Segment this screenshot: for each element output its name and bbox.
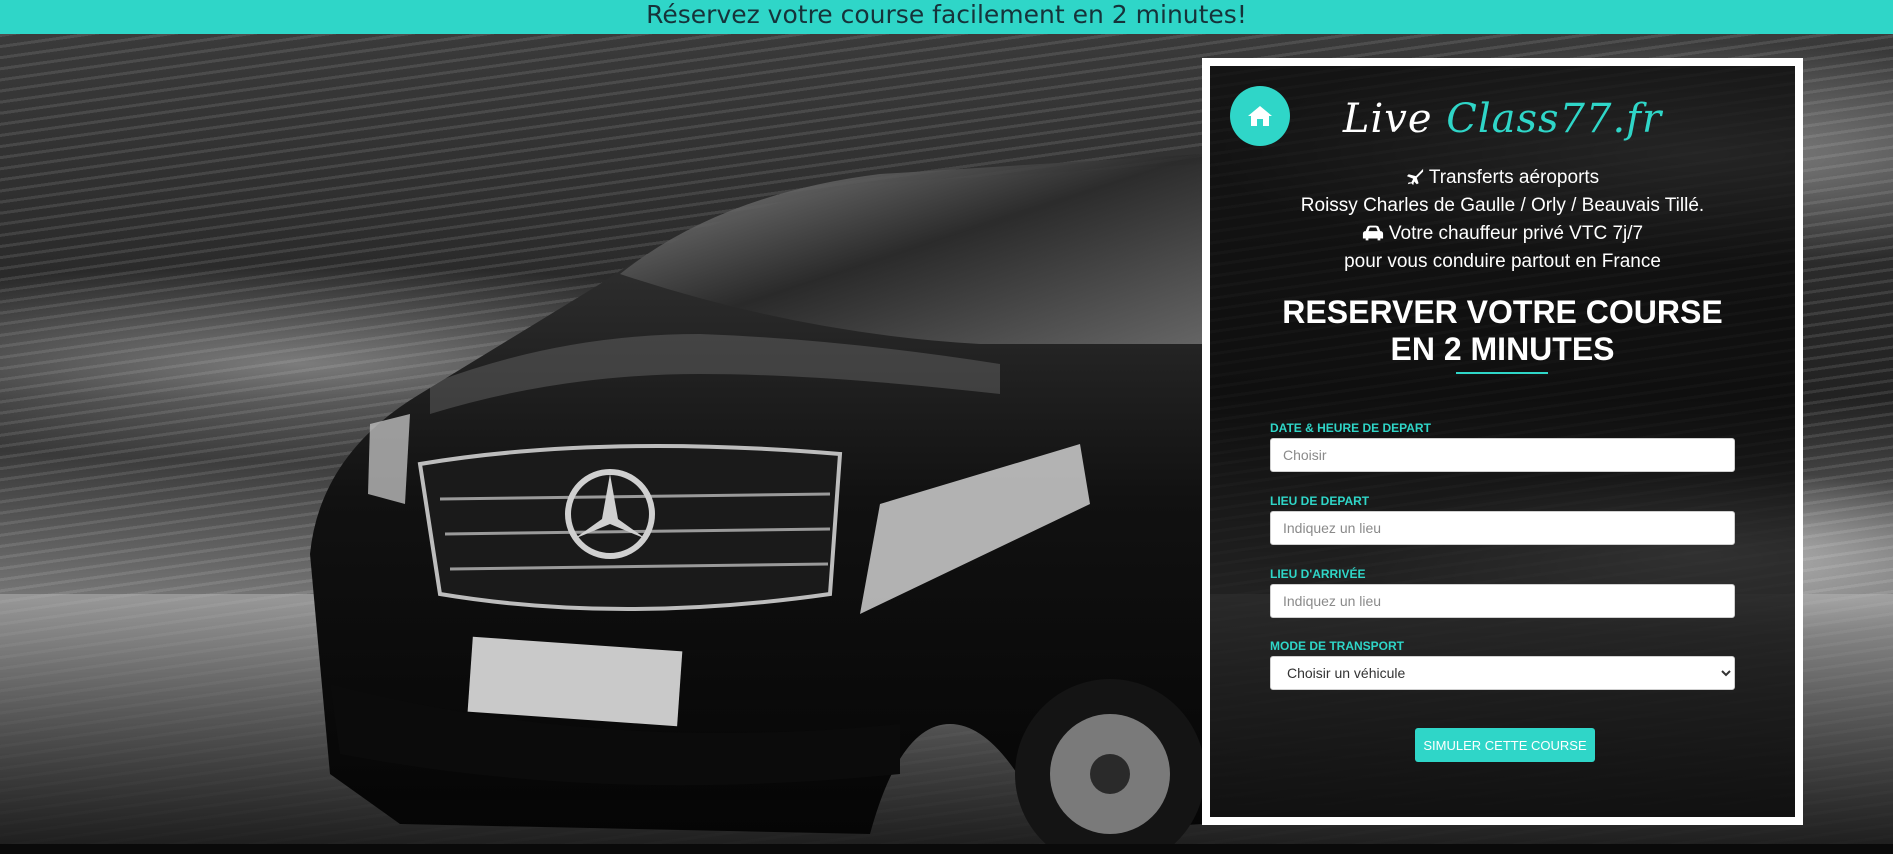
arrival-input[interactable] <box>1270 584 1735 618</box>
intro-line-driver: Votre chauffeur privé VTC 7j/7 <box>1210 220 1795 248</box>
departure-input[interactable] <box>1270 511 1735 545</box>
booking-heading-line2: EN 2 MINUTES <box>1390 331 1615 367</box>
heading-underline <box>1456 372 1548 374</box>
transport-label: MODE DE TRANSPORT <box>1270 639 1405 653</box>
booking-panel: Live Class77.fr Transferts aéroports Roi… <box>1202 58 1803 825</box>
booking-heading: RESERVER VOTRE COURSE EN 2 MINUTES <box>1210 294 1795 368</box>
intro-line-airport-list: Roissy Charles de Gaulle / Orly / Beauva… <box>1300 195 1705 216</box>
intro-text: Transferts aéroports Roissy Charles de G… <box>1210 164 1795 276</box>
top-banner: Réservez votre course facilement en 2 mi… <box>0 0 1893 34</box>
booking-heading-line1: RESERVER VOTRE COURSE <box>1282 294 1723 330</box>
transport-select[interactable]: Choisir un véhicule <box>1270 656 1735 690</box>
brand-logo: Live Class77.fr <box>1210 96 1795 142</box>
car-icon <box>1362 225 1383 241</box>
intro-line-france: pour vous conduire partout en France <box>1344 251 1661 272</box>
logo-text-primary: Live <box>1342 96 1433 142</box>
intro-line-airports: Transferts aéroports <box>1210 164 1795 192</box>
banner-text: Réservez votre course facilement en 2 mi… <box>646 0 1247 29</box>
datetime-input[interactable] <box>1270 438 1735 472</box>
intro-driver-text: Votre chauffeur privé VTC 7j/7 <box>1388 223 1644 244</box>
intro-airports-text: Transferts aéroports <box>1428 167 1600 188</box>
arrival-label: LIEU D'ARRIVÉE <box>1270 567 1366 581</box>
datetime-label: DATE & HEURE DE DEPART <box>1270 421 1431 435</box>
plane-icon <box>1406 168 1423 186</box>
simulate-ride-button[interactable]: SIMULER CETTE COURSE <box>1415 728 1595 762</box>
page-bottom-strip <box>0 844 1893 854</box>
departure-label: LIEU DE DEPART <box>1270 494 1370 508</box>
logo-text-accent: Class77.fr <box>1446 96 1663 142</box>
